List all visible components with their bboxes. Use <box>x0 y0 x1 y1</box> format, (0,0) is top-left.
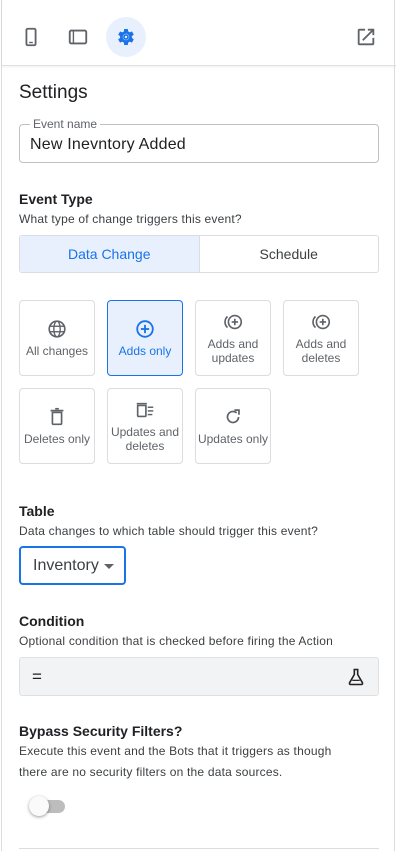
event-name-value[interactable]: New Inevntory Added <box>30 136 186 154</box>
card-label: Adds and updates <box>207 337 259 365</box>
card-adds-and-deletes[interactable]: Adds and deletes <box>283 300 359 376</box>
event-type-toggle: Data Change Schedule <box>19 235 379 273</box>
table-subtitle: Data changes to which table should trigg… <box>19 524 318 538</box>
event-type-title: Event Type <box>19 191 93 207</box>
card-adds-and-updates[interactable]: Adds and updates <box>195 300 271 376</box>
add-circle-icon <box>136 320 154 338</box>
toggle-thumb <box>29 796 49 816</box>
bypass-toggle[interactable] <box>29 796 67 816</box>
add-delete-icon <box>312 314 331 330</box>
open-in-new-icon <box>357 28 375 46</box>
card-label: Updates and deletes <box>110 425 180 453</box>
bypass-subtitle-line1: Execute this event and the Bots that it … <box>19 744 332 758</box>
condition-input[interactable]: = <box>19 657 379 696</box>
mobile-preview-button[interactable] <box>11 17 51 57</box>
card-label: Adds only <box>118 344 172 358</box>
open-external-button[interactable] <box>346 17 386 57</box>
card-updates-and-deletes[interactable]: Updates and deletes <box>107 388 183 464</box>
bypass-title: Bypass Security Filters? <box>19 723 183 739</box>
tablet-preview-button[interactable] <box>58 17 98 57</box>
card-deletes-only[interactable]: Deletes only <box>19 388 95 464</box>
card-label: Adds and deletes <box>295 337 347 365</box>
condition-value: = <box>32 667 42 686</box>
card-adds-only[interactable]: Adds only <box>107 300 183 376</box>
tablet-icon <box>68 29 88 45</box>
card-updates-only[interactable]: Updates only <box>195 388 271 464</box>
add-update-icon <box>224 314 243 330</box>
table-select[interactable]: Inventory <box>19 546 126 585</box>
card-all-changes[interactable]: All changes <box>19 300 95 376</box>
card-label: Deletes only <box>23 432 91 446</box>
bypass-subtitle-line2: there are no security filters on the dat… <box>19 765 283 779</box>
event-type-subtitle: What type of change triggers this event? <box>19 212 242 226</box>
settings-panel: Settings Event name New Inevntory Added … <box>1 0 396 851</box>
page-title: Settings <box>19 82 88 103</box>
condition-subtitle: Optional condition that is checked befor… <box>19 634 333 648</box>
divider <box>19 848 379 849</box>
event-name-field[interactable]: Event name New Inevntory Added <box>19 117 379 163</box>
trash-icon <box>50 407 64 426</box>
table-select-value: Inventory <box>33 556 99 574</box>
update-delete-icon <box>136 402 154 418</box>
gear-icon <box>118 29 134 45</box>
card-label: Updates only <box>197 432 269 446</box>
settings-tab-button[interactable] <box>106 17 146 57</box>
chevron-down-icon <box>104 564 114 569</box>
refresh-icon <box>226 409 240 424</box>
globe-icon <box>48 320 66 338</box>
phone-icon <box>25 27 37 47</box>
card-label: All changes <box>25 344 89 358</box>
tab-schedule[interactable]: Schedule <box>200 236 379 272</box>
toolbar <box>2 0 396 66</box>
event-name-label: Event name <box>30 117 101 131</box>
condition-title: Condition <box>19 613 85 629</box>
flask-icon[interactable] <box>346 667 366 687</box>
table-title: Table <box>19 503 55 519</box>
tab-data-change[interactable]: Data Change <box>20 236 200 272</box>
